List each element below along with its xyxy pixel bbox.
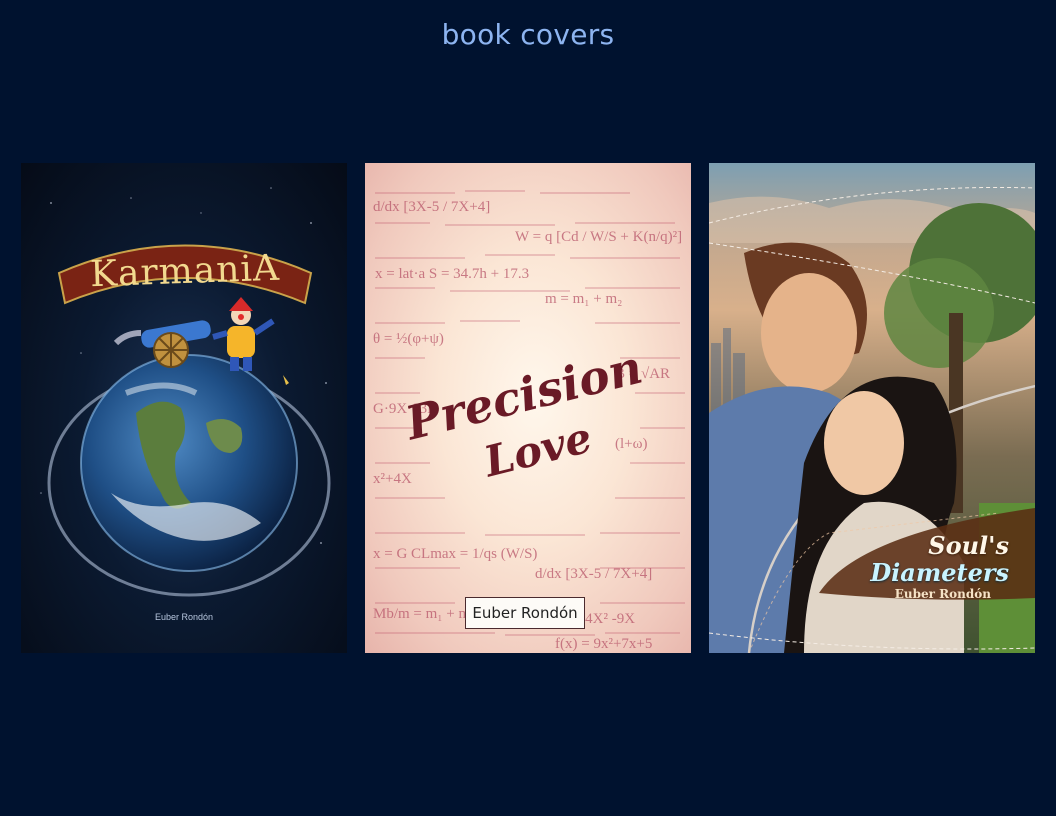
book-cover-precision-love[interactable]: d/dx [3X-5 / 7X+4] W = q [Cd / W/S + K(n…	[365, 163, 691, 653]
book-cover-karmania[interactable]: KarmaniA Euber Rondón	[21, 163, 347, 653]
cover-title-line1: Soul's	[928, 531, 1009, 560]
svg-text:f(x) = 9x²+7x+5: f(x) = 9x²+7x+5	[555, 636, 652, 652]
svg-text:x = G CLmax = 1/qs (W/S): x = G CLmax = 1/qs (W/S)	[373, 546, 537, 562]
svg-text:θ = ½(φ+ψ): θ = ½(φ+ψ)	[373, 331, 444, 347]
cover-author: Euber Rondón	[154, 612, 214, 622]
svg-text:d/dx [3X-5 / 7X+4]: d/dx [3X-5 / 7X+4]	[373, 199, 490, 215]
svg-text:W = q [Cd / W/S + K(n/q)²]: W = q [Cd / W/S + K(n/q)²]	[515, 229, 682, 245]
cover-author: Euber Rondón	[894, 587, 991, 601]
covers-grid: KarmaniA Euber Rondón d/dx [3X-5 / 7X+4]…	[21, 163, 1035, 653]
cover-title: KarmaniA	[89, 247, 281, 296]
cover-title-line2: Diameters	[870, 558, 1009, 587]
svg-text:x = lat·a S = 34.7h + 17.3: x = lat·a S = 34.7h + 17.3	[375, 266, 529, 282]
svg-text:m = m₁ + m₂: m = m₁ + m₂	[545, 291, 622, 307]
svg-text:d/dx [3X-5 / 7X+4]: d/dx [3X-5 / 7X+4]	[535, 566, 652, 582]
page-title: book covers	[441, 18, 615, 51]
karmania-artwork	[40, 187, 331, 597]
cover-author: Euber Rondón	[465, 597, 585, 629]
book-cover-souls-diameters[interactable]: Soul's Diameters Euber Rondón	[709, 163, 1035, 653]
